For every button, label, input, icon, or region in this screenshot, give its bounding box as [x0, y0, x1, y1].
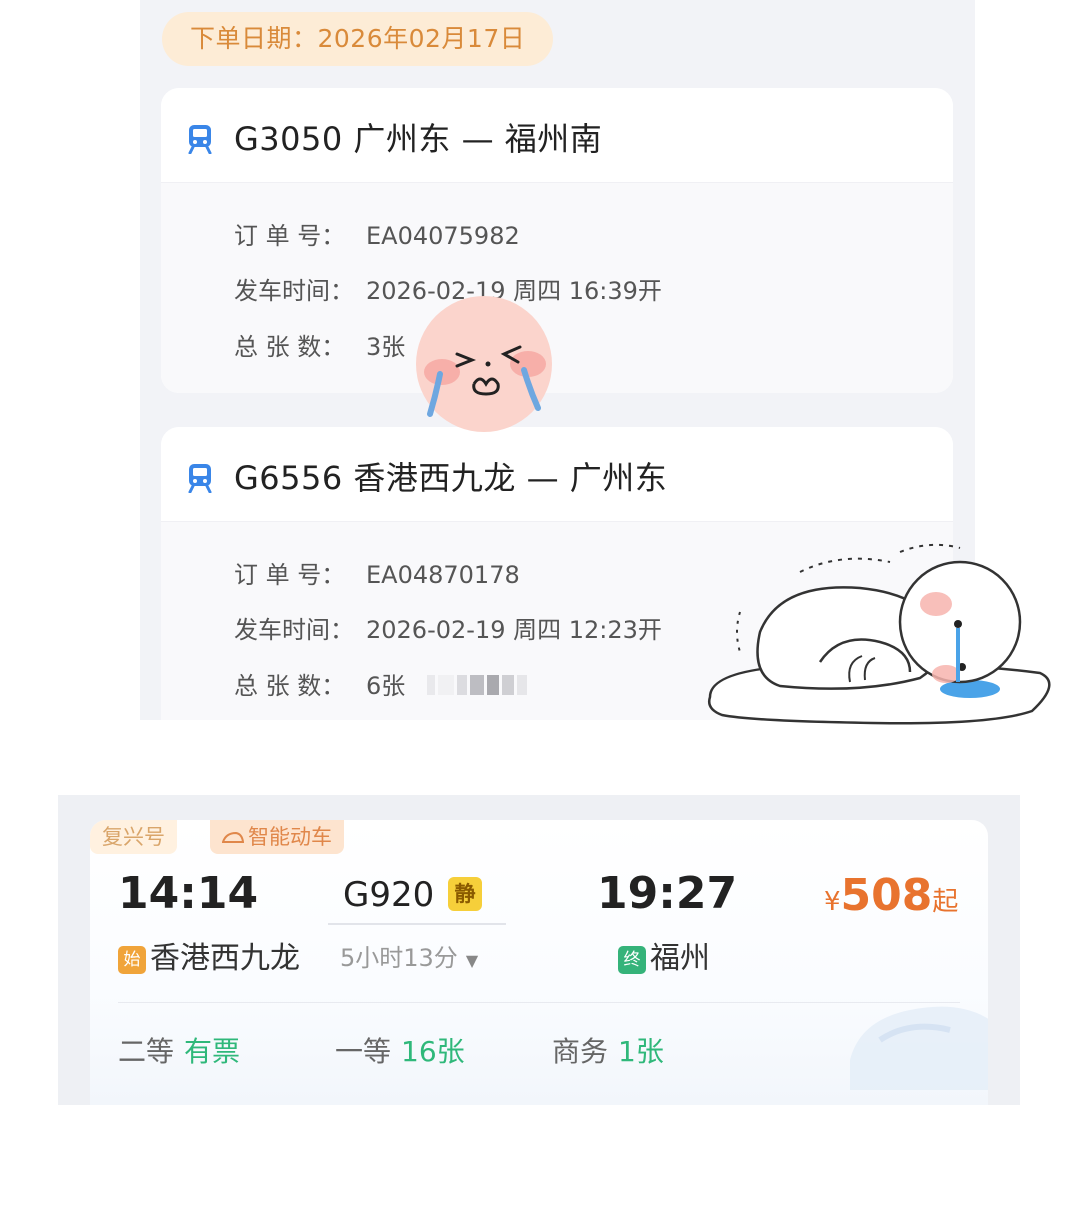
redacted-mosaic [426, 673, 530, 701]
ticket-count-row: 总 张 数： 6张 [234, 666, 530, 701]
order-number-value: EA04075982 [366, 222, 520, 250]
row-label: 发车时间： [234, 616, 354, 644]
row-label: 发车时间： [234, 277, 354, 305]
arrival-time: 19:27 [597, 868, 738, 919]
seat-availability: 有票 [184, 1035, 241, 1068]
fuxing-tag: 复兴号 [90, 820, 177, 854]
crying-lying-character-sticker [708, 543, 1051, 725]
price-suffix: 起 [932, 887, 959, 917]
price: ¥508起 [824, 870, 958, 921]
row-label: 总 张 数： [234, 333, 346, 361]
order-card[interactable]: G3050 广州东 — 福州南 订 单 号： EA04075982 发车时间： 20… [161, 88, 953, 393]
seat-class-label: 二等 [118, 1035, 175, 1068]
route-line [328, 923, 506, 925]
train-number[interactable]: G920 [343, 875, 434, 915]
seat-availability: 1张 [618, 1035, 664, 1068]
divider [118, 1002, 960, 1003]
row-label: 订 单 号： [234, 561, 346, 589]
ticket-count-value: 6张 [366, 672, 406, 700]
train-search-result-panel: 复兴号 智能动车 14:14 G920 静 5小时13分 ▼ 19:27 始香港西… [58, 795, 1020, 1105]
train-result-card[interactable]: 复兴号 智能动车 14:14 G920 静 5小时13分 ▼ 19:27 始香港西… [90, 820, 988, 1105]
duration-toggle[interactable]: 5小时13分 ▼ [340, 938, 478, 973]
departure-time: 14:14 [118, 868, 259, 919]
train-route-title: G6556 香港西九龙 — 广州东 [234, 459, 668, 497]
order-card-header[interactable]: G6556 香港西九龙 — 广州东 [161, 427, 953, 522]
order-number-value: EA04870178 [366, 561, 520, 589]
origin-station-name: 香港西九龙 [150, 941, 300, 976]
seat-business-class[interactable]: 商务 1张 [552, 1030, 664, 1070]
seat-availability: 16张 [401, 1035, 465, 1068]
order-card-header[interactable]: G3050 广州东 — 福州南 [161, 88, 953, 183]
seat-first-class[interactable]: 一等 16张 [335, 1030, 465, 1070]
ticket-count-value: 3张 [366, 333, 406, 361]
price-value: 508 [840, 870, 933, 921]
train-route-title: G3050 广州东 — 福州南 [234, 120, 603, 158]
seat-class-label: 一等 [335, 1035, 392, 1068]
train-icon [188, 125, 212, 154]
departure-time-value: 2026-02-19 周四 12:23开 [366, 616, 662, 644]
seat-class-label: 商务 [552, 1035, 609, 1068]
train-nose-icon [222, 831, 244, 843]
row-label: 订 单 号： [234, 222, 346, 250]
order-number-row: 订 单 号： EA04075982 [234, 216, 520, 251]
departure-time-row: 发车时间： 2026-02-19 周四 12:23开 [234, 610, 662, 645]
terminal-badge: 终 [618, 946, 646, 974]
caret-down-icon: ▼ [465, 951, 479, 970]
price-currency: ¥ [824, 887, 841, 917]
smart-emu-label: 智能动车 [248, 825, 332, 849]
origin-station: 始香港西九龙 [118, 933, 300, 977]
train-icon [188, 464, 212, 493]
terminal-station: 终福州 [618, 933, 710, 977]
order-date-pill: 下单日期：2026年02月17日 [162, 12, 554, 66]
cloud-decoration [850, 1006, 988, 1090]
seat-second-class[interactable]: 二等 有票 [118, 1030, 240, 1070]
crying-face-sticker [416, 296, 552, 432]
duration-text: 5小时13分 [340, 944, 458, 972]
origin-badge: 始 [118, 946, 146, 974]
row-label: 总 张 数： [234, 672, 346, 700]
smart-emu-tag: 智能动车 [210, 820, 344, 854]
order-card-body: 订 单 号： EA04075982 发车时间： 2026-02-19 周四 16:3… [161, 183, 953, 393]
terminal-station-name: 福州 [650, 941, 710, 976]
ticket-count-row: 总 张 数： 3张 [234, 327, 405, 362]
quiet-car-badge: 静 [448, 877, 482, 911]
order-number-row: 订 单 号： EA04870178 [234, 555, 520, 590]
